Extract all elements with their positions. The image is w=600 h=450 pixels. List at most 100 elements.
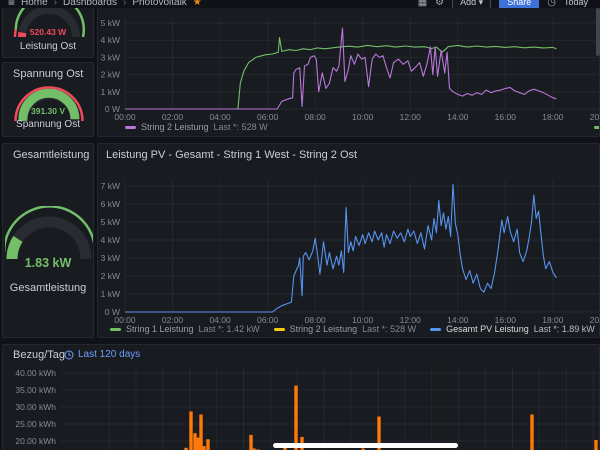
svg-text:06:00: 06:00 [257,315,279,324]
gauge-value: 391.30 V [3,106,93,116]
svg-text:2 kW: 2 kW [101,70,120,80]
legend-dash-partial[interactable] [594,126,600,129]
clock-icon[interactable]: ◷ [547,0,556,8]
panels-icon[interactable]: ▦ [418,0,427,8]
svg-text:4 kW: 4 kW [101,35,120,45]
legend-last-value: Last *: 1.42 kW [199,324,260,334]
svg-text:3 kW: 3 kW [101,52,120,62]
svg-text:14:00: 14:00 [447,112,469,121]
svg-text:10:00: 10:00 [352,315,374,324]
svg-text:12:00: 12:00 [400,315,422,324]
svg-text:25.00 kWh: 25.00 kWh [15,419,56,429]
gauge-value: 1.83 kW [3,256,93,270]
legend-last-value: Last *: 528 W [214,122,268,132]
svg-text:08:00: 08:00 [305,315,327,324]
svg-text:08:00: 08:00 [305,112,327,121]
svg-text:02:00: 02:00 [162,112,184,121]
svg-text:04:00: 04:00 [209,315,231,324]
legend-dash [125,126,136,129]
share-button[interactable]: Share [499,0,539,8]
time-range-picker[interactable]: Today [564,0,588,7]
svg-text:00:00: 00:00 [114,315,136,324]
svg-text:04:00: 04:00 [209,112,231,121]
svg-text:02:00: 02:00 [162,315,184,324]
svg-text:20.00 kWh: 20.00 kWh [15,436,56,446]
legend-dash [430,328,441,331]
legend-series-name: String 2 Leistung [290,324,358,334]
panel-title[interactable]: Spannung Ost [13,68,83,80]
svg-text:16:00: 16:00 [495,315,517,324]
breadcrumb-separator: › [54,0,57,8]
timeseries-gesamt-pv[interactable]: 0 W1 kW2 kW3 kW4 kW5 kW6 kW7 kW00:0002:0… [98,166,600,324]
gauge-spannung-ost [11,81,87,123]
add-button[interactable]: Add ▾ [452,0,491,8]
legend-dash [110,328,121,331]
legend-last-value: Last *: 528 W [362,324,416,334]
svg-text:5 kW: 5 kW [101,217,120,227]
chevron-down-icon: ▾ [479,0,484,7]
panel-spannung-ost: Spannung Ost 391.30 V Spannung Ost [2,62,94,137]
svg-text:5 kW: 5 kW [101,18,120,28]
gauge-field-label: Leistung Ost [3,41,93,52]
horizontal-scrollbar-thumb[interactable] [273,443,458,448]
gauge-value: 520.43 W [3,27,93,37]
time-shift-label: Last 120 days [78,349,140,360]
timeseries-strings[interactable]: 0 W1 kW2 kW3 kW4 kW5 kW00:0002:0004:0006… [98,11,600,121]
legend-item[interactable]: String 1 Leistung Last *: 1.42 kW [110,324,260,334]
svg-text:4 kW: 4 kW [101,235,120,245]
settings-gear-icon[interactable]: ⚙ [435,0,444,8]
panel-title[interactable]: Bezug/Tag [13,349,65,361]
chart-legend: String 2 Leistung Last *: 528 W [125,122,268,132]
gauge-field-label: Spannung Ost [3,119,93,130]
svg-text:3 kW: 3 kW [101,253,120,263]
svg-text:06:00: 06:00 [257,112,279,121]
history-clock-icon [64,350,74,360]
time-shift-link[interactable]: Last 120 days [64,349,140,360]
svg-text:1 kW: 1 kW [101,87,120,97]
top-navbar: ≡ Home › Dashboards › Photovoltaik ★ ▦ ⚙… [0,0,600,8]
svg-text:20:00: 20:00 [590,112,600,121]
legend-series-name: String 2 Leistung [141,122,209,132]
panel-leistung-ost: 520.43 W Leistung Ost [2,0,94,58]
svg-text:2 kW: 2 kW [101,271,120,281]
svg-text:10:00: 10:00 [352,112,374,121]
panel-title[interactable]: Leistung PV - Gesamt - String 1 West - S… [106,149,357,161]
svg-text:30.00 kWh: 30.00 kWh [15,402,56,412]
panel-string-leistung-chart: 0 W1 kW2 kW3 kW4 kW5 kW00:0002:0004:0006… [97,0,600,137]
svg-text:20:00: 20:00 [590,315,600,324]
chart-legend: String 1 Leistung Last *: 1.42 kW String 2… [110,324,595,334]
breadcrumb-separator: › [123,0,126,8]
panel-title[interactable]: Gesamtleistung [13,149,89,161]
panel-bezug-tag: Bezug/Tag Last 120 days 40.00 kWh 35.00 k… [2,344,600,450]
svg-text:00:00: 00:00 [114,112,136,121]
legend-dash [274,328,285,331]
gauge-gesamtleistung [5,206,93,262]
breadcrumb-home[interactable]: Home [21,0,48,8]
svg-text:18:00: 18:00 [542,112,564,121]
grafana-dashboard: ≡ Home › Dashboards › Photovoltaik ★ ▦ ⚙… [0,0,600,450]
legend-last-value: Last *: 1.89 kW [534,324,595,334]
favorite-star-icon[interactable]: ★ [193,0,202,8]
breadcrumb-dashboards[interactable]: Dashboards [63,0,117,8]
svg-text:1 kW: 1 kW [101,289,120,299]
svg-text:40.00 kWh: 40.00 kWh [15,368,56,378]
menu-icon[interactable]: ≡ [8,0,15,8]
svg-text:6 kW: 6 kW [101,199,120,209]
svg-text:12:00: 12:00 [400,112,422,121]
vertical-scrollbar-thumb[interactable] [596,8,600,56]
svg-text:14:00: 14:00 [447,315,469,324]
legend-item[interactable]: String 2 Leistung Last *: 528 W [274,324,417,334]
panel-gesamtleistung: Gesamtleistung 1.83 kW Gesamtleistung [2,143,94,338]
legend-item[interactable]: Gesamt PV Leistung Last *: 1.89 kW [430,324,595,334]
svg-text:18:00: 18:00 [542,315,564,324]
legend-series-name: Gesamt PV Leistung [446,324,529,334]
svg-text:16:00: 16:00 [495,112,517,121]
legend-item[interactable]: String 2 Leistung Last *: 528 W [125,122,268,132]
svg-text:7 kW: 7 kW [101,181,120,191]
breadcrumb-dashboard-name[interactable]: Photovoltaik [132,0,186,8]
gauge-field-label: Gesamtleistung [3,282,93,294]
legend-series-name: String 1 Leistung [126,324,194,334]
barchart-bezug[interactable]: 40.00 kWh 35.00 kWh 30.00 kWh 25.00 kWh 20.0… [3,363,600,450]
panel-leistung-pv-chart: Leistung PV - Gesamt - String 1 West - S… [97,143,600,338]
svg-text:35.00 kWh: 35.00 kWh [15,385,56,395]
